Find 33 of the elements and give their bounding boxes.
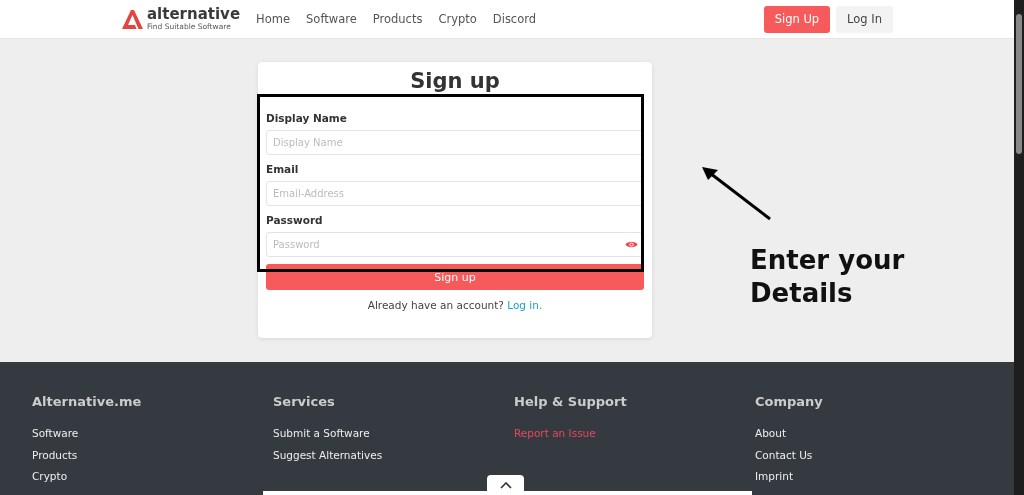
logo-name[interactable]: alternative [147, 7, 241, 23]
log-in-button[interactable]: Log In [836, 5, 893, 33]
form-title: Sign up [409, 68, 501, 94]
footer-link[interactable]: Crypto [32, 466, 68, 488]
field-label: Password [266, 214, 324, 226]
footer-link[interactable]: Imprint [755, 466, 793, 488]
input-field[interactable]: Display Name [266, 130, 644, 155]
footer-link[interactable]: Products [32, 444, 78, 466]
footer-link[interactable]: About [755, 423, 787, 445]
field-label: Email [266, 163, 300, 175]
nav-link[interactable]: Home [256, 12, 291, 26]
eye-icon[interactable] [625, 240, 638, 249]
annotation-arrow [700, 165, 772, 221]
footer-link[interactable]: Software [32, 423, 79, 445]
password-field[interactable]: Password [266, 232, 644, 257]
footer-link[interactable]: Contact Us [755, 444, 813, 466]
footer-heading: Services [273, 394, 336, 409]
footer-heading: Alternative.me [32, 394, 143, 409]
footer-link[interactable]: Submit a Software [273, 423, 370, 445]
caret-up-icon [499, 481, 512, 489]
footer-link[interactable]: Suggest Alternatives [273, 444, 383, 466]
footer-heading: Company [755, 394, 824, 409]
logo-icon[interactable] [121, 9, 143, 29]
nav-link[interactable]: Crypto [438, 12, 477, 26]
input-field[interactable]: Email-Address [266, 181, 644, 206]
scrollbar[interactable] [1014, 0, 1024, 495]
footer-heading: Help & Support [514, 394, 628, 409]
nav-link[interactable]: Discord [492, 12, 537, 26]
nav-link[interactable]: Products [372, 12, 423, 26]
annotation-text: Enter your Details [750, 244, 906, 310]
field-label: Display Name [266, 112, 348, 124]
login-prompt-text: Already have an account? [367, 299, 504, 311]
nav-link[interactable]: Software [306, 12, 357, 26]
